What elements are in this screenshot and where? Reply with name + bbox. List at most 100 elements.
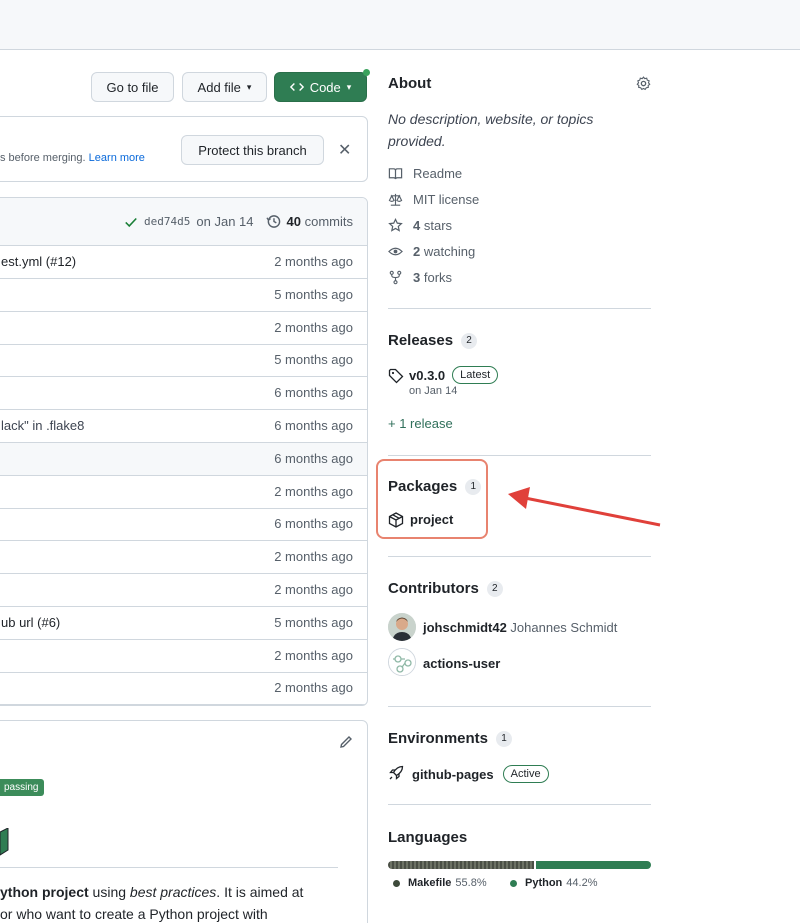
license-link[interactable]: MIT license [388, 192, 479, 207]
contributors-count: 2 [486, 580, 503, 597]
divider [388, 556, 651, 557]
commit-time: 2 months ago [274, 319, 353, 335]
commit-message[interactable]: est.yml (#12) [1, 254, 76, 269]
commit-time: 6 months ago [274, 516, 353, 532]
environment-item[interactable]: github-pages Active [412, 765, 549, 783]
table-row[interactable]: 6 months ago [0, 442, 367, 476]
contributor-entry[interactable]: johschmidt42 Johannes Schmidt [423, 620, 617, 635]
annotation-arrow-icon [508, 487, 661, 527]
protect-branch-button[interactable]: Protect this branch [181, 135, 324, 165]
pencil-icon[interactable] [338, 734, 354, 750]
readme-link[interactable]: Readme [388, 166, 462, 181]
commit-time: 6 months ago [274, 418, 353, 433]
commit-time: 5 months ago [274, 614, 353, 630]
commits-link[interactable]: 40 commits [287, 214, 353, 229]
contributor-name: Johannes Schmidt [510, 620, 618, 635]
divider [388, 455, 651, 456]
divider [388, 804, 651, 805]
law-scale-icon [388, 193, 403, 206]
add-file-label: Add file [197, 79, 241, 95]
latest-label: Latest [452, 366, 499, 384]
bot-avatar-icon [389, 649, 415, 675]
about-description: No description, website, or topics provi… [388, 111, 594, 149]
rocket-icon [389, 765, 404, 780]
logo-fragment [0, 828, 9, 856]
languages-heading: Languages [388, 829, 468, 846]
avatar[interactable] [388, 648, 416, 676]
release-date: on Jan 14 [409, 385, 458, 397]
languages-bar [388, 861, 651, 869]
caret-down-icon: ▾ [346, 81, 352, 92]
annotation-highlight-box [376, 459, 488, 539]
language-item[interactable]: Python 44.2% [510, 877, 597, 889]
table-row[interactable]: 2 months ago [0, 640, 367, 673]
latest-commit-bar: ded74d5 on Jan 14 40 commits [0, 198, 367, 246]
table-row[interactable]: 2 months ago [0, 574, 367, 607]
gear-icon[interactable] [636, 76, 651, 91]
build-status-badge[interactable]: passing [0, 779, 45, 796]
table-row[interactable]: 6 months ago [0, 508, 367, 542]
commit-time: 6 months ago [274, 450, 353, 466]
table-row[interactable]: 5 months ago [0, 279, 367, 312]
forks-link[interactable]: 3 forks [388, 270, 452, 285]
table-row[interactable]: lack" in .flake8 6 months ago [0, 410, 367, 443]
learn-more-link[interactable]: Learn more [89, 152, 145, 164]
commit-date: on Jan 14 [196, 214, 254, 229]
about-heading: About [388, 75, 432, 92]
table-row[interactable]: 6 months ago [0, 377, 367, 411]
commit-time: 2 months ago [274, 582, 353, 597]
language-color-dot [510, 879, 517, 887]
table-row[interactable]: 2 months ago [0, 541, 367, 575]
add-file-button[interactable]: Add file ▾ [182, 72, 267, 102]
commit-time: 2 months ago [274, 680, 353, 696]
contributor-login[interactable]: actions-user [423, 656, 500, 671]
language-bar-segment [535, 861, 651, 869]
go-to-file-button[interactable]: Go to file [91, 72, 174, 102]
top-bar [0, 0, 800, 50]
release-item[interactable]: v0.3.0 Latest [409, 366, 499, 384]
avatar[interactable] [388, 613, 416, 641]
commit-time: 2 months ago [274, 549, 353, 565]
close-icon[interactable]: ✕ [338, 140, 351, 160]
go-to-file-label: Go to file [106, 79, 159, 95]
fork-icon [389, 270, 402, 285]
language-item[interactable]: Makefile 55.8% [393, 877, 487, 889]
table-row[interactable]: ub url (#6) 5 months ago [0, 607, 367, 640]
more-releases-link[interactable]: + 1 release [388, 416, 453, 431]
divider [388, 706, 651, 707]
caret-down-icon: ▾ [246, 81, 252, 92]
commit-info: ded74d5 on Jan 14 40 commits [124, 214, 353, 229]
releases-heading[interactable]: Releases 2 [388, 332, 478, 349]
table-row[interactable]: est.yml (#12) 2 months ago [0, 246, 367, 279]
file-list: ded74d5 on Jan 14 40 commits est.yml (#1… [0, 197, 368, 706]
readme-line-1: ython project using best practices. It i… [0, 884, 304, 900]
commit-sha[interactable]: ded74d5 [144, 215, 190, 228]
environments-heading[interactable]: Environments 1 [388, 730, 513, 747]
table-row[interactable]: 5 months ago [0, 344, 367, 378]
commit-time: 5 months ago [274, 352, 353, 368]
environment-status: Active [502, 765, 549, 783]
table-row[interactable]: 2 months ago [0, 672, 367, 705]
table-row[interactable]: 2 months ago [0, 312, 367, 345]
star-icon [388, 218, 403, 232]
release-version: v0.3.0 [409, 367, 446, 383]
language-color-dot [393, 879, 400, 887]
contributors-heading[interactable]: Contributors 2 [388, 580, 503, 597]
commit-time: 5 months ago [274, 286, 353, 302]
readme-divider [0, 867, 338, 868]
branch-protection-text: s before merging. Learn more [0, 152, 145, 164]
environments-count: 1 [496, 730, 513, 747]
commit-message[interactable]: ub url (#6) [1, 615, 60, 630]
code-icon [289, 83, 304, 91]
stars-link[interactable]: 4 stars [388, 218, 452, 233]
environment-link: github-pages [412, 766, 494, 782]
eye-icon [388, 247, 403, 256]
protect-branch-label: Protect this branch [198, 142, 307, 158]
table-row[interactable]: 2 months ago [0, 476, 367, 509]
commit-time: 6 months ago [274, 385, 353, 401]
commit-time: 2 months ago [274, 254, 353, 269]
watching-link[interactable]: 2 watching [388, 244, 475, 259]
person-avatar-icon [388, 613, 416, 641]
code-button[interactable]: Code ▾ [274, 72, 367, 102]
releases-count: 2 [461, 332, 478, 349]
